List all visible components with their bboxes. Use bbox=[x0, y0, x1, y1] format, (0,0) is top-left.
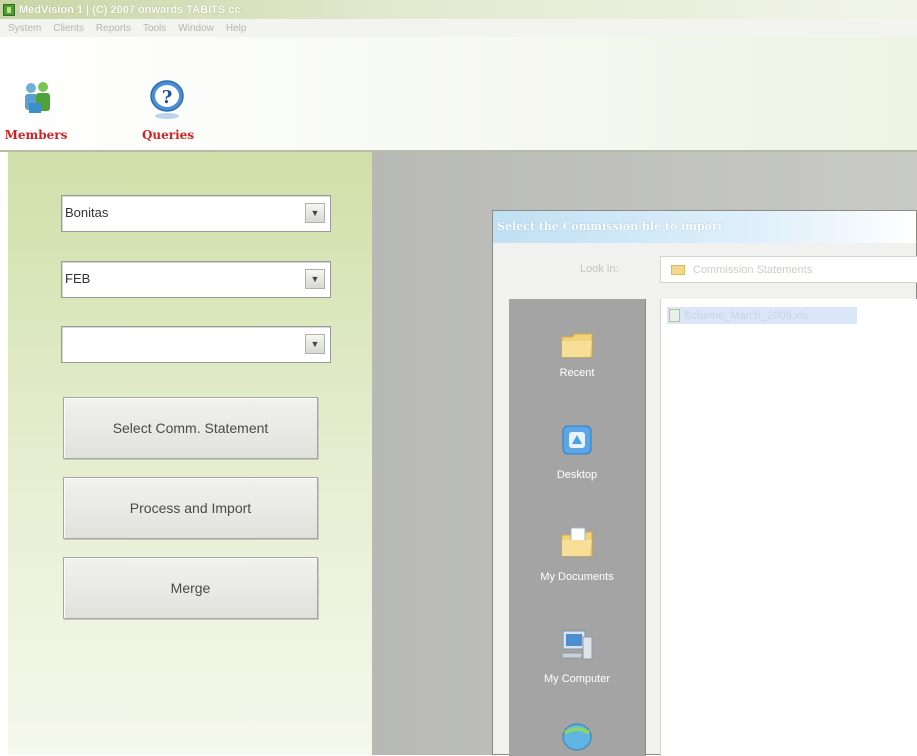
place-label-desktop: Desktop bbox=[556, 469, 598, 481]
menu-window[interactable]: Window bbox=[178, 23, 214, 34]
chevron-down-icon[interactable]: ▼ bbox=[305, 269, 325, 289]
look-in-label: Look in: bbox=[580, 263, 619, 275]
left-pane: Bonitas ▼ FEB ▼ ▼ Select Comm. Statement… bbox=[8, 152, 372, 755]
select-comm-statement-button[interactable]: Select Comm. Statement bbox=[63, 397, 318, 459]
menu-reports[interactable]: Reports bbox=[96, 23, 131, 34]
folder-icon bbox=[671, 265, 685, 275]
members-button[interactable]: Members bbox=[0, 79, 72, 145]
toolbar: Members ? Queries bbox=[0, 37, 917, 152]
app-icon bbox=[3, 3, 15, 16]
place-my-documents[interactable]: My Documents bbox=[509, 503, 645, 598]
queries-button[interactable]: ? Queries bbox=[132, 79, 204, 145]
members-icon bbox=[25, 82, 50, 113]
file-name: Scheme_March_2009.xls bbox=[684, 309, 809, 322]
place-label-recent: Recent bbox=[559, 367, 595, 379]
month-value: FEB bbox=[65, 271, 91, 286]
my-computer-icon bbox=[561, 630, 593, 660]
chevron-down-icon[interactable]: ▼ bbox=[305, 334, 325, 354]
place-label-my-computer: My Computer bbox=[543, 673, 611, 685]
process-and-import-button[interactable]: Process and Import bbox=[63, 477, 318, 539]
month-dropdown[interactable]: FEB ▼ bbox=[61, 261, 331, 298]
members-label: Members bbox=[4, 128, 68, 142]
third-dropdown[interactable]: ▼ bbox=[61, 326, 331, 363]
excel-file-icon bbox=[669, 309, 680, 322]
desktop-icon bbox=[562, 425, 592, 455]
file-open-dialog: Select the Commission file to import Loo… bbox=[492, 210, 917, 756]
scheme-value: Bonitas bbox=[65, 205, 109, 220]
svg-text:?: ? bbox=[162, 87, 173, 108]
place-desktop[interactable]: Desktop bbox=[509, 401, 645, 496]
file-item[interactable]: Scheme_March_2009.xls bbox=[667, 307, 857, 324]
file-list[interactable]: Scheme_March_2009.xls bbox=[660, 299, 917, 756]
dialog-title: Select the Commission file to import bbox=[493, 211, 916, 243]
menu-clients[interactable]: Clients bbox=[53, 23, 84, 34]
merge-button[interactable]: Merge bbox=[63, 557, 318, 619]
menu-tools[interactable]: Tools bbox=[143, 23, 166, 34]
place-network[interactable] bbox=[509, 707, 645, 756]
place-label-my-documents: My Documents bbox=[540, 571, 614, 583]
place-my-computer[interactable]: My Computer bbox=[509, 605, 645, 700]
place-recent[interactable]: Recent bbox=[509, 299, 645, 394]
my-documents-icon bbox=[561, 527, 593, 557]
chevron-down-icon[interactable]: ▼ bbox=[305, 203, 325, 223]
network-places-icon bbox=[562, 723, 592, 751]
menu-help[interactable]: Help bbox=[226, 23, 247, 34]
menu-bar: System Clients Reports Tools Window Help bbox=[0, 19, 917, 37]
places-bar: Recent Desktop My Documents My Computer bbox=[509, 299, 646, 756]
window-title: MedVision 1 | (C) 2007 onwards TABITS cc bbox=[19, 3, 241, 16]
look-in-value: Commission Statements bbox=[693, 264, 813, 276]
scheme-dropdown[interactable]: Bonitas ▼ bbox=[61, 195, 331, 232]
look-in-select[interactable]: Commission Statements bbox=[660, 256, 917, 283]
question-icon: ? bbox=[150, 80, 184, 119]
title-bar: MedVision 1 | (C) 2007 onwards TABITS cc bbox=[0, 0, 917, 19]
recent-folder-icon bbox=[561, 333, 593, 358]
menu-system[interactable]: System bbox=[8, 23, 41, 34]
queries-label: Queries bbox=[141, 128, 195, 142]
